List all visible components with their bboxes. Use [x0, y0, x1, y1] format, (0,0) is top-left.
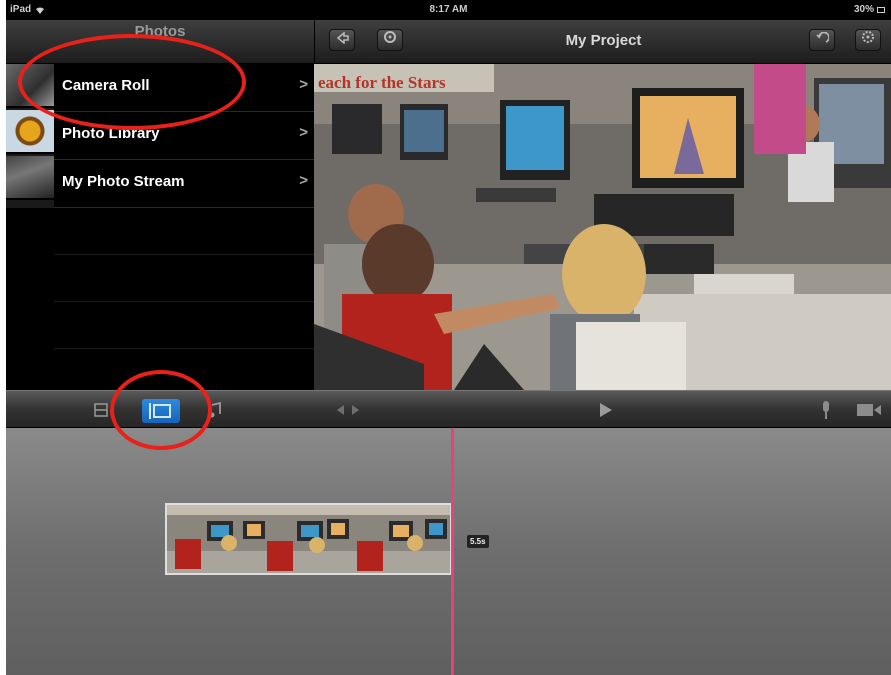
annotation-circle-video-tab: [110, 370, 212, 450]
wall-banner: each for the Stars: [318, 73, 446, 92]
annotation-circle-camera-roll: [18, 34, 246, 130]
gear-icon: [862, 31, 874, 43]
play-icon[interactable]: [598, 401, 614, 419]
undo-button[interactable]: [809, 29, 835, 51]
clip-duration-badge: 5.5s: [467, 535, 489, 548]
chevron-right-icon: >: [299, 172, 308, 189]
project-navbar: My Project: [314, 20, 891, 64]
chevron-right-icon: >: [299, 124, 308, 141]
video-preview: each for the Stars: [314, 64, 891, 390]
status-time: 8:17 AM: [429, 4, 468, 15]
project-title: My Project: [565, 32, 642, 49]
imovie-window: iPad 8:17 AM 30% Photos My Project Camer…: [6, 0, 891, 675]
empty-row: [54, 302, 314, 349]
status-bar: iPad 8:17 AM 30%: [6, 0, 891, 20]
timeline[interactable]: 5.5s: [6, 428, 891, 675]
microphone-icon[interactable]: [820, 400, 832, 420]
empty-row: [54, 208, 314, 255]
camera-icon[interactable]: [856, 402, 882, 418]
undo-icon: [816, 31, 830, 43]
album-row-photo-stream[interactable]: My Photo Stream >: [54, 160, 314, 208]
battery-percent: 30%: [853, 4, 874, 15]
chevron-right-icon: >: [299, 76, 308, 93]
empty-row: [54, 255, 314, 302]
battery-icon: [877, 6, 885, 13]
split-arrows-icon[interactable]: [336, 403, 360, 417]
video-clip[interactable]: [165, 503, 452, 575]
list-view-icon[interactable]: [94, 403, 108, 417]
photo-stream-thumbnail: [6, 156, 54, 200]
playhead[interactable]: [451, 428, 454, 675]
clip-filmstrip: [167, 505, 450, 573]
photo-library-thumbnail: [6, 110, 54, 154]
theme-settings-button[interactable]: [855, 29, 881, 51]
album-label: My Photo Stream: [62, 173, 185, 190]
preview-photo: each for the Stars: [314, 64, 891, 390]
